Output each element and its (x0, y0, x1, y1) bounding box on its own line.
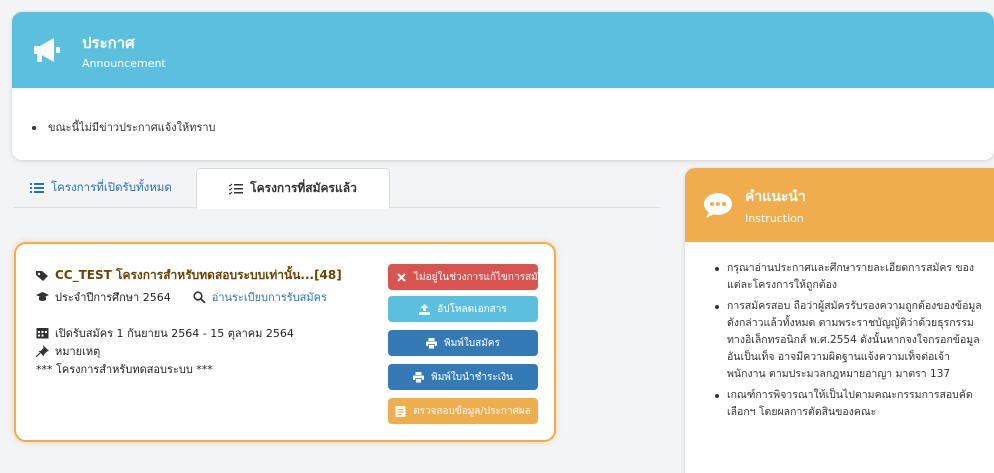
note-text-row: *** โครงการสำหรับทดสอบระบบ *** (36, 360, 213, 378)
rules-link[interactable]: อ่านระเบียบการรับสมัคร (193, 288, 327, 306)
list-icon (30, 183, 44, 193)
instruction-item: เกณฑ์การพิจารณาให้เป็นไปตามคณะกรรมการสอบ… (715, 387, 982, 421)
document-icon (395, 405, 406, 417)
project-card: CC_TEST โครงการสำหรับทดสอบระบบเท่านั้น..… (14, 242, 556, 442)
instruction-item: การสมัครสอบ ถือว่าผู้สมัครรับรองความถูกต… (715, 298, 982, 383)
tag-icon (36, 270, 48, 281)
academic-year-label: ประจำปีการศึกษา (55, 291, 140, 304)
upload-documents-button[interactable]: อัปโหลดเอกสาร (388, 296, 538, 322)
chat-bubble-icon (704, 193, 732, 218)
announcement-message: ขณะนี้ไม่มีข่าวประกาศแจ้งให้ทราบ (48, 121, 216, 134)
project-title[interactable]: CC_TEST โครงการสำหรับทดสอบระบบเท่านั้น..… (55, 266, 342, 285)
bullet-dot (32, 126, 36, 130)
rules-link-text[interactable]: อ่านระเบียบการรับสมัคร (212, 288, 327, 306)
note-label: หมายเหตุ (55, 345, 101, 358)
close-icon (397, 272, 406, 282)
announcement-body: ขณะนี้ไม่มีข่าวประกาศแจ้งให้ทราบ (12, 88, 994, 136)
announcement-title: ประกาศ (82, 33, 135, 52)
instruction-panel: คำแนะนำ Instruction กรุณาอ่านประกาศและศึ… (685, 168, 994, 473)
tab-label: โครงการที่เปิดรับทั้งหมด (51, 180, 172, 194)
print-payment-slip-button[interactable]: พิมพ์ใบนำชำระเงิน (388, 364, 538, 390)
tab-label: โครงการที่สมัครแล้ว (250, 181, 357, 195)
note-label-row: หมายเหตุ (36, 342, 100, 360)
pin-icon (36, 345, 49, 357)
instruction-list: กรุณาอ่านประกาศและศึกษารายละเอียดการสมัค… (685, 242, 994, 421)
instruction-header: คำแนะนำ Instruction (685, 168, 994, 242)
application-period-row: เปิดรับสมัคร 1 กันยายน 2564 - 15 ตุลาคม … (36, 324, 294, 342)
tab-applied-projects[interactable]: โครงการที่สมัครแล้ว (196, 168, 390, 209)
announcement-header: ประกาศ Announcement (12, 12, 994, 88)
check-results-button[interactable]: ตรวจสอบข้อมูล/ประกาศผล (388, 398, 538, 424)
upload-icon (419, 303, 431, 315)
graduation-cap-icon (36, 292, 49, 301)
button-label: พิมพ์ใบสมัคร (444, 337, 500, 349)
project-title-row: CC_TEST โครงการสำหรับทดสอบระบบเท่านั้น..… (36, 266, 342, 285)
note-text: *** โครงการสำหรับทดสอบระบบ *** (36, 363, 213, 376)
button-label: ตรวจสอบข้อมูล/ประกาศผล (413, 405, 531, 417)
checklist-icon (229, 183, 244, 195)
button-label: ไม่อยู่ในช่วงการแก้ไขการสมัคร (414, 271, 538, 283)
academic-year-row: ประจำปีการศึกษา 2564 อ่านระเบียบการรับสม… (36, 288, 327, 306)
search-icon (193, 291, 206, 303)
announcement-subtitle: Announcement (82, 56, 166, 70)
printer-icon (426, 337, 438, 349)
button-label: พิมพ์ใบนำชำระเงิน (431, 371, 513, 383)
instruction-title: คำแนะนำ (745, 188, 806, 205)
announcement-panel: ประกาศ Announcement ขณะนี้ไม่มีข่าวประกา… (12, 12, 994, 160)
megaphone-icon (34, 38, 60, 62)
not-in-edit-period-button[interactable]: ไม่อยู่ในช่วงการแก้ไขการสมัคร (388, 264, 538, 290)
tab-all-open-projects[interactable]: โครงการที่เปิดรับทั้งหมด (30, 168, 172, 208)
academic-year-value: 2564 (142, 290, 171, 304)
printer-icon (413, 371, 425, 383)
project-tabs: โครงการที่เปิดรับทั้งหมด โครงการที่สมัคร… (14, 168, 660, 209)
instruction-subtitle: Instruction (745, 211, 804, 225)
button-label: อัปโหลดเอกสาร (437, 303, 507, 315)
instruction-item: กรุณาอ่านประกาศและศึกษารายละเอียดการสมัค… (715, 260, 982, 294)
print-application-button[interactable]: พิมพ์ใบสมัคร (388, 330, 538, 356)
calendar-icon (36, 328, 49, 339)
application-period: เปิดรับสมัคร 1 กันยายน 2564 - 15 ตุลาคม … (55, 327, 294, 340)
